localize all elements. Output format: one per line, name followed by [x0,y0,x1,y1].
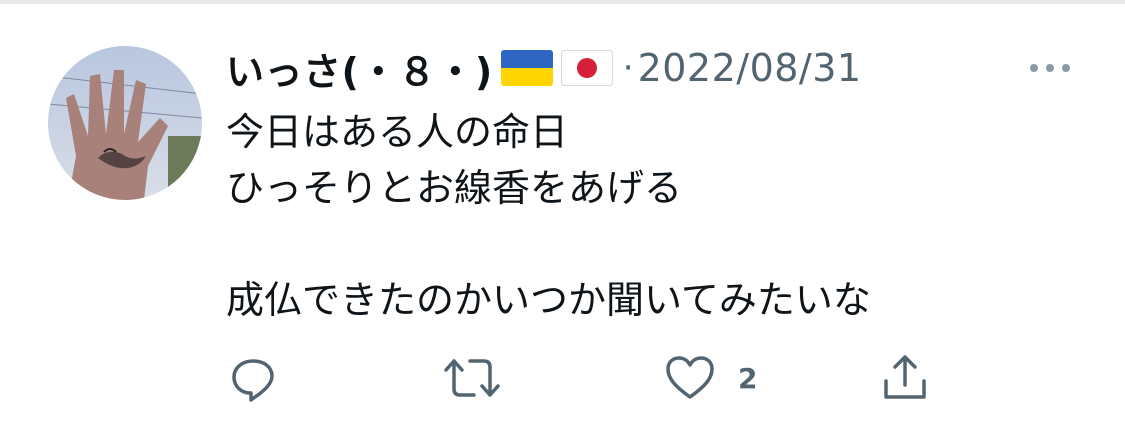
tweet-text-line: ひっそりとお線香をあげる [226,166,683,210]
retweet-button[interactable] [444,350,500,406]
like-button[interactable]: 2 [664,350,757,406]
japan-flag-icon [560,50,613,86]
more-icon [1062,64,1070,72]
tweet-actions: 2 [0,350,1125,406]
top-divider [0,0,1125,4]
timestamp[interactable]: 2022/08/31 [638,46,862,90]
tweet-header: いっさ(・８・) · 2022/08/31 [226,40,862,96]
retweet-icon [444,359,500,397]
header-separator: · [622,48,634,88]
display-name[interactable]: いっさ(・８・) [226,41,493,96]
more-icon [1030,64,1038,72]
share-button[interactable] [880,350,930,406]
share-icon [884,355,926,399]
tweet-text-line [226,216,1086,272]
tweet-text: 今日はある人の命日 ひっそりとお線香をあげる 成仏できたのかいつか聞いてみたいな [226,104,1086,328]
avatar-image [48,46,202,200]
reply-button[interactable] [228,350,278,406]
more-icon [1046,64,1054,72]
heart-icon [666,356,714,399]
tweet-text-line: 今日はある人の命日 [226,110,569,154]
tweet-text-line: 成仏できたのかいつか聞いてみたいな [226,278,871,322]
ukraine-flag-icon [500,50,553,86]
avatar[interactable] [48,46,202,200]
like-count: 2 [738,361,758,395]
reply-icon [232,359,274,402]
more-options-button[interactable] [1022,56,1078,80]
